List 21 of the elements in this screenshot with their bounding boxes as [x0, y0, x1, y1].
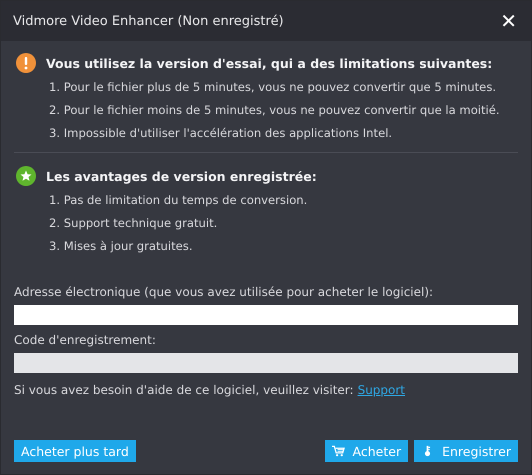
help-text: Si vous avez besoin d'aide de ce logiciel, veuillez visiter: [14, 383, 354, 397]
warning-icon [16, 53, 36, 73]
support-link[interactable]: Support [358, 383, 406, 397]
buy-button[interactable]: Acheter [324, 440, 408, 462]
list-item: 2. Pour le fichier moins de 5 minutes, vous ne pouvez convertir que la moitié. [49, 102, 501, 119]
input-field[interactable] [14, 353, 518, 373]
window-title: Vidmore Video Enhancer (Non enregistré) [13, 14, 284, 28]
register-button[interactable]: Enregistrer [414, 440, 518, 462]
input-field[interactable] [14, 305, 518, 325]
cart-icon [332, 445, 345, 457]
field-label: Adresse électronique (que vous avez utilisée pour acheter le logiciel): [14, 285, 434, 299]
field-label: Code d'enregistrement: [14, 333, 157, 347]
list-item: 1. Pour le fichier plus de 5 minutes, vous ne pouvez convertir que 5 minutes. [49, 79, 498, 96]
list-item: 1. Pas de limitation du temps de conversion. [49, 192, 308, 209]
list-item: 3. Impossible d'utiliser l'accélération des applications Intel. [49, 125, 394, 142]
section-heading: Vous utilisez la version d'essai, qui a des limitations suivantes: [46, 56, 492, 70]
later-button[interactable]: Acheter plus tard [14, 440, 136, 462]
section-heading: Les avantages de version enregistrée: [46, 168, 317, 184]
list-item: 3. Mises à jour gratuites. [49, 238, 194, 255]
close-button[interactable]: ✕ [496, 9, 521, 33]
list-item: 2. Support technique gratuit. [49, 215, 218, 232]
